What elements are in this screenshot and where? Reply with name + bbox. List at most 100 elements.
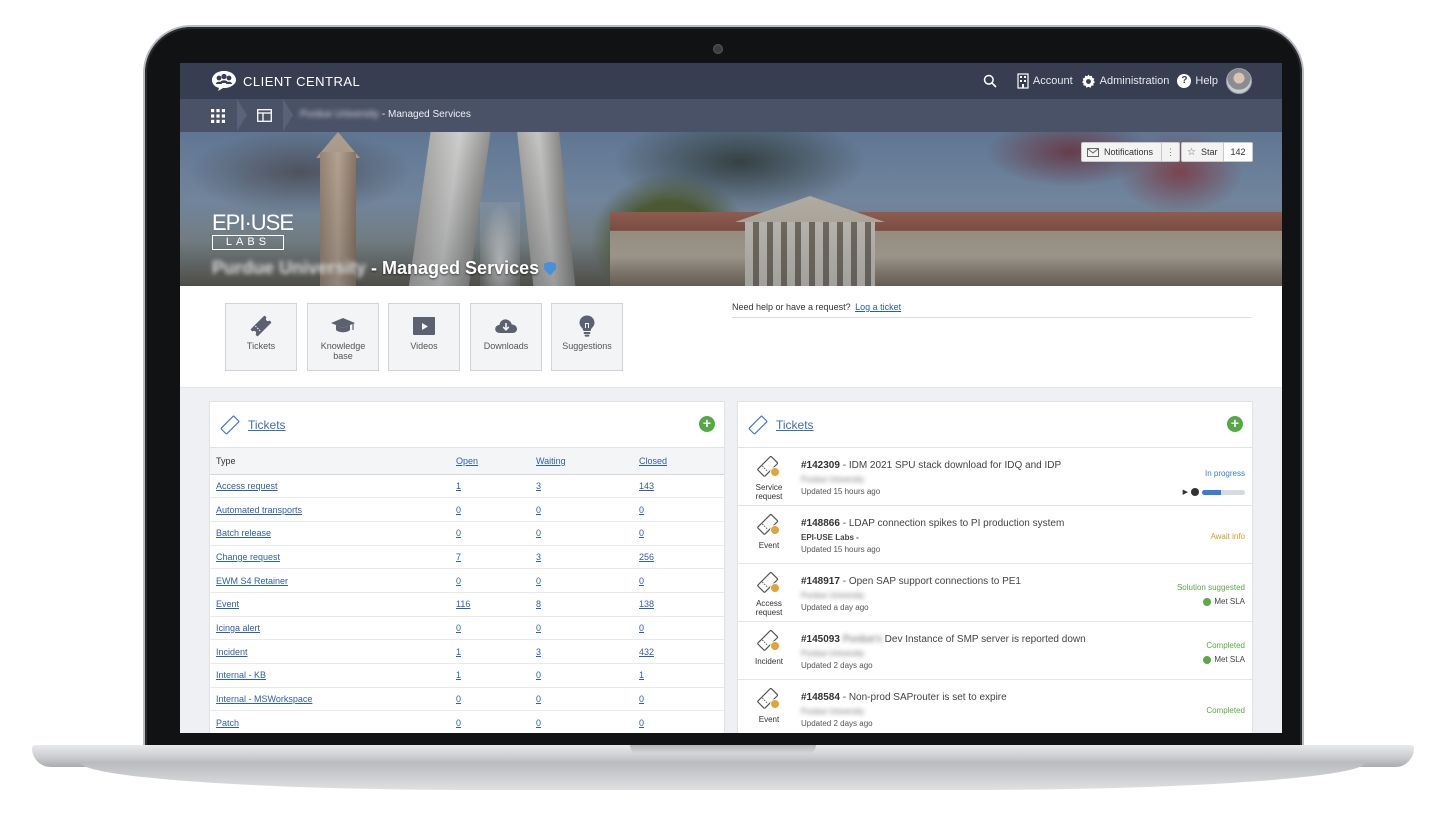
- open-count-link[interactable]: 0: [456, 505, 461, 515]
- panel-title-link[interactable]: Tickets: [776, 418, 814, 432]
- waiting-count-link[interactable]: 0: [536, 694, 541, 704]
- ticket-heading[interactable]: #145093 Purdue's Dev Instance of SMP ser…: [801, 634, 1086, 645]
- ticket-organization: Purdue University: [801, 475, 865, 484]
- ticket-type-link[interactable]: EWM S4 Retainer: [216, 576, 288, 586]
- add-ticket-button[interactable]: +: [1227, 416, 1243, 432]
- table-cell: Batch release: [210, 521, 450, 546]
- table-cell: 0: [530, 568, 633, 593]
- sla-indicator: Met SLA: [1203, 655, 1245, 664]
- open-count-link[interactable]: 0: [456, 576, 461, 586]
- closed-count-link[interactable]: 1: [639, 670, 644, 680]
- table-cell: 0: [633, 521, 724, 546]
- tile-tickets[interactable]: Tickets: [225, 303, 297, 371]
- help-icon: ?: [1177, 74, 1192, 88]
- ticket-row[interactable]: Event #148866 - LDAP connection spikes to…: [738, 506, 1252, 564]
- open-count-link[interactable]: 0: [456, 623, 461, 633]
- open-count-link[interactable]: 0: [456, 528, 461, 538]
- apps-grid-button[interactable]: [200, 99, 236, 132]
- column-header-waiting[interactable]: Waiting: [530, 448, 633, 475]
- ticket-organization: EPI-USE Labs -: [801, 533, 859, 542]
- breadcrumb[interactable]: Purdue University - Managed Services: [300, 109, 471, 120]
- column-waiting-link[interactable]: Waiting: [536, 456, 566, 466]
- ticket-type-link[interactable]: Batch release: [216, 528, 271, 538]
- more-options-icon[interactable]: ⋮: [1161, 143, 1179, 161]
- notifications-button[interactable]: Notifications ⋮: [1081, 142, 1181, 162]
- closed-count-link[interactable]: 256: [639, 552, 654, 562]
- ticket-heading[interactable]: #148917 - Open SAP support connections t…: [801, 576, 1021, 587]
- closed-count-link[interactable]: 0: [639, 576, 644, 586]
- open-count-link[interactable]: 1: [456, 481, 461, 491]
- ticket-type-link[interactable]: Event: [216, 599, 239, 609]
- table-cell: 0: [530, 687, 633, 712]
- closed-count-link[interactable]: 143: [639, 481, 654, 491]
- page-title: Purdue University - Managed Services: [212, 258, 557, 279]
- closed-count-link[interactable]: 0: [639, 505, 644, 515]
- panel-title-link[interactable]: Tickets: [248, 418, 286, 432]
- user-avatar[interactable]: [1226, 68, 1252, 94]
- account-menu[interactable]: Account: [1017, 73, 1073, 89]
- waiting-count-link[interactable]: 3: [536, 481, 541, 491]
- dashboard-button[interactable]: [246, 99, 282, 132]
- waiting-count-link[interactable]: 0: [536, 670, 541, 680]
- tile-downloads[interactable]: Downloads: [470, 303, 542, 371]
- closed-count-link[interactable]: 432: [639, 647, 654, 657]
- add-ticket-button[interactable]: +: [699, 416, 715, 432]
- ticket-title: - IDM 2021 SPU stack download for IDQ an…: [842, 460, 1062, 471]
- column-header-open[interactable]: Open: [450, 448, 530, 475]
- tile-suggestions[interactable]: Suggestions: [551, 303, 623, 371]
- closed-count-link[interactable]: 138: [639, 599, 654, 609]
- open-count-link[interactable]: 116: [456, 599, 470, 609]
- help-menu[interactable]: ? Help: [1177, 74, 1218, 88]
- search-icon[interactable]: [983, 74, 997, 88]
- ticket-type-badge: Event: [746, 686, 792, 724]
- table-cell: 143: [633, 474, 724, 499]
- waiting-count-link[interactable]: 0: [536, 623, 541, 633]
- ticket-outline-icon: [748, 415, 768, 435]
- ticket-type-link[interactable]: Change request: [216, 552, 280, 562]
- open-count-link[interactable]: 7: [456, 552, 461, 562]
- ticket-type-link[interactable]: Internal - KB: [216, 670, 266, 680]
- ticket-heading[interactable]: #142309 - IDM 2021 SPU stack download fo…: [801, 460, 1061, 471]
- play-icon[interactable]: ▶: [1183, 488, 1188, 496]
- open-count-link[interactable]: 1: [456, 670, 461, 680]
- column-closed-link[interactable]: Closed: [639, 456, 667, 466]
- waiting-count-link[interactable]: 0: [536, 505, 541, 515]
- ticket-type-link[interactable]: Access request: [216, 481, 278, 491]
- waiting-count-link[interactable]: 3: [536, 647, 541, 657]
- ticket-type-link[interactable]: Internal - MSWorkspace: [216, 694, 312, 704]
- star-button[interactable]: ☆ Star 142: [1181, 142, 1253, 162]
- ticket-type-link[interactable]: Automated transports: [216, 505, 302, 515]
- closed-count-link[interactable]: 0: [639, 718, 644, 728]
- open-count-link[interactable]: 0: [456, 718, 461, 728]
- open-count-link[interactable]: 1: [456, 647, 461, 657]
- brand[interactable]: CLIENT CENTRAL: [211, 70, 360, 92]
- hero-banner: Notifications ⋮ ☆ Star 142 EPI·USE LABS …: [180, 132, 1282, 286]
- column-header-closed[interactable]: Closed: [633, 448, 724, 475]
- closed-count-link[interactable]: 0: [639, 528, 644, 538]
- ticket-type-link[interactable]: Incident: [216, 647, 248, 657]
- closed-count-link[interactable]: 0: [639, 694, 644, 704]
- ticket-row[interactable]: Service request #142309 - IDM 2021 SPU st…: [738, 448, 1252, 506]
- waiting-count-link[interactable]: 0: [536, 576, 541, 586]
- tile-knowledge-base[interactable]: Knowledge base: [307, 303, 379, 371]
- open-count-link[interactable]: 0: [456, 694, 461, 704]
- log-ticket-link[interactable]: Log a ticket: [855, 302, 901, 312]
- column-open-link[interactable]: Open: [456, 456, 478, 466]
- ticket-heading[interactable]: #148866 - LDAP connection spikes to PI p…: [801, 518, 1064, 529]
- ticket-updated: Updated a day ago: [801, 603, 869, 612]
- administration-menu[interactable]: Administration: [1081, 73, 1169, 89]
- ticket-type-link[interactable]: Icinga alert: [216, 623, 260, 633]
- table-row: Event 116 8 138: [210, 592, 724, 617]
- ticket-row[interactable]: Event #148584 - Non-prod SAProuter is set…: [738, 680, 1252, 733]
- waiting-count-link[interactable]: 3: [536, 552, 541, 562]
- tile-videos[interactable]: Videos: [388, 303, 460, 371]
- closed-count-link[interactable]: 0: [639, 623, 644, 633]
- ticket-row[interactable]: Incident #145093 Purdue's Dev Instance of…: [738, 622, 1252, 680]
- waiting-count-link[interactable]: 8: [536, 599, 541, 609]
- ticket-type-link[interactable]: Patch: [216, 718, 239, 728]
- waiting-count-link[interactable]: 0: [536, 718, 541, 728]
- ticket-row[interactable]: Access request #148917 - Open SAP support…: [738, 564, 1252, 622]
- waiting-count-link[interactable]: 0: [536, 528, 541, 538]
- table-row: Icinga alert 0 0 0: [210, 616, 724, 641]
- ticket-heading[interactable]: #148584 - Non-prod SAProuter is set to e…: [801, 692, 1007, 703]
